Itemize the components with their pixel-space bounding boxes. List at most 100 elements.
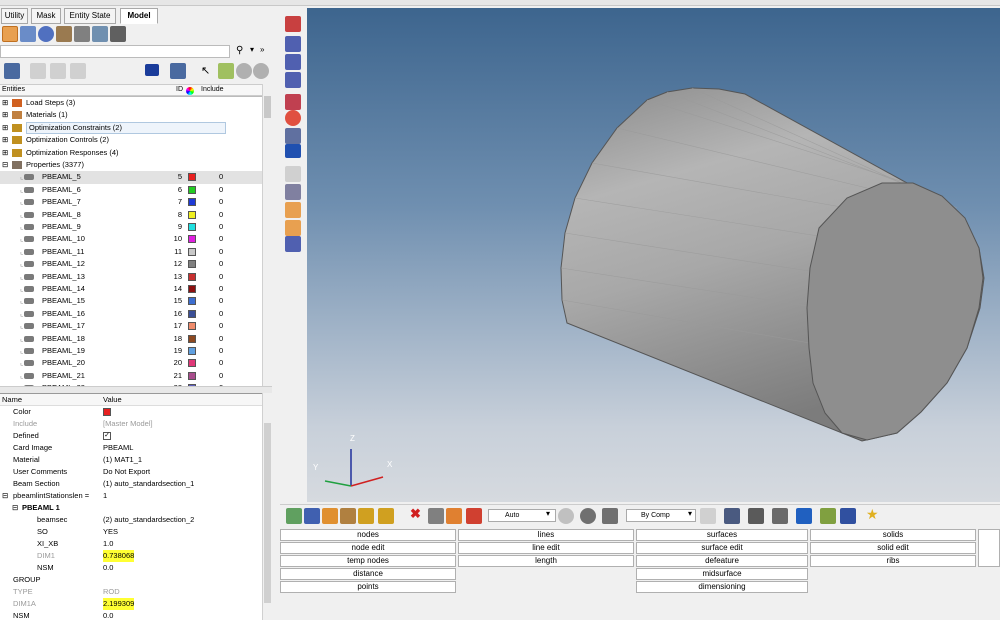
element-normals-icon[interactable] xyxy=(820,508,836,524)
find-attached-icon[interactable] xyxy=(378,508,394,524)
layer-view-icon[interactable] xyxy=(74,26,90,42)
prop-row[interactable]: ⊟ PBEAML 1 xyxy=(0,502,262,514)
prop-row[interactable]: NSM 0.0 xyxy=(0,610,262,620)
tree-item-pbeaml_13[interactable]: ⌞ PBEAML_13 13 0 xyxy=(0,271,262,283)
shaded-elements-icon[interactable] xyxy=(724,508,740,524)
panel-button-ribs[interactable]: ribs xyxy=(810,555,976,567)
prop-row[interactable]: DIM1 0.738068 xyxy=(0,550,262,562)
prop-value[interactable]: 1.0 xyxy=(103,538,113,550)
prop-value[interactable]: 0.0 xyxy=(103,562,113,574)
panel-button-nodes[interactable]: nodes xyxy=(280,529,456,541)
search-input[interactable] xyxy=(0,45,230,58)
color-swatch[interactable] xyxy=(188,272,196,281)
panel-button-midsurface[interactable]: midsurface xyxy=(636,568,808,580)
color-swatch[interactable] xyxy=(188,347,196,355)
tree-folder-properties[interactable]: ⊟ Properties (3377) xyxy=(0,159,262,171)
set-view-icon[interactable] xyxy=(92,26,108,42)
prop-row[interactable]: User Comments Do Not Export xyxy=(0,466,262,478)
panel-button-distance[interactable]: distance xyxy=(280,568,456,580)
tree-item-pbeaml_12[interactable]: ⌞ PBEAML_12 12 0 xyxy=(0,258,262,270)
prop-value[interactable]: 0.738068 xyxy=(103,550,135,562)
panel-button-points[interactable]: points xyxy=(280,581,456,593)
tree-folder-optimization-responses[interactable]: ⊞ Optimization Responses (4) xyxy=(0,147,262,159)
element-color-icon[interactable] xyxy=(446,508,462,524)
props-scrollbar[interactable] xyxy=(262,393,272,620)
tab-model[interactable]: Model xyxy=(120,8,158,24)
panel-button-surfaces[interactable]: surfaces xyxy=(636,529,808,541)
feature-lines-icon[interactable] xyxy=(748,508,764,524)
panel-button-surface-edit[interactable]: surface edit xyxy=(636,542,808,554)
tab-mask[interactable]: Mask xyxy=(31,8,61,24)
find-icon[interactable] xyxy=(358,508,374,524)
color-swatch[interactable] xyxy=(188,334,196,343)
tree-item-pbeaml_19[interactable]: ⌞ PBEAML_19 19 0 xyxy=(0,345,262,357)
tree-item-pbeaml_15[interactable]: ⌞ PBEAML_15 15 0 xyxy=(0,295,262,307)
tree-scrollbar[interactable] xyxy=(262,84,272,386)
prop-value[interactable]: (2) auto_standardsection_2 xyxy=(103,514,194,526)
tree-item-pbeaml_9[interactable]: ⌞ PBEAML_9 9 0 xyxy=(0,221,262,233)
fit-icon[interactable] xyxy=(285,72,301,88)
abc-active-icon[interactable] xyxy=(285,202,301,218)
tree-folder-optimization-controls[interactable]: ⊞ Optimization Controls (2) xyxy=(0,134,262,146)
prop-row[interactable]: ⊟ pbeamlintStationslen = 1 xyxy=(0,490,262,502)
tree-item-pbeaml_18[interactable]: ⌞ PBEAML_18 18 0 xyxy=(0,333,262,345)
props-scrollbar-thumb[interactable] xyxy=(264,423,271,603)
prop-row[interactable]: TYPE ROD xyxy=(0,586,262,598)
mask-icon[interactable] xyxy=(304,508,320,524)
prop-row[interactable]: beamsec (2) auto_standardsection_2 xyxy=(0,514,262,526)
panel-button-length[interactable]: length xyxy=(458,555,634,567)
panel-button-solid-edit[interactable]: solid edit xyxy=(810,542,976,554)
numbers-icon[interactable] xyxy=(285,144,301,158)
color-swatch[interactable] xyxy=(188,359,196,368)
measure-icon[interactable] xyxy=(285,128,301,144)
id-column-header[interactable]: ID xyxy=(176,86,183,93)
tab-entity-state[interactable]: Entity State xyxy=(64,8,116,24)
label-icon[interactable] xyxy=(285,166,301,182)
prop-value[interactable]: ROD xyxy=(103,586,120,598)
plane-icon[interactable] xyxy=(285,236,301,252)
prop-value[interactable]: 1 xyxy=(103,490,107,502)
collapse-all-icon[interactable] xyxy=(50,63,66,79)
prop-row[interactable]: Color xyxy=(0,406,262,418)
color-swatch[interactable] xyxy=(188,173,196,182)
prop-row[interactable]: DIM1A 2.199309 xyxy=(0,598,262,610)
material-view-icon[interactable] xyxy=(38,26,54,42)
isolate-icon[interactable] xyxy=(253,63,269,79)
select-cursor-icon[interactable]: ↖ xyxy=(201,64,210,77)
chevron-down-icon[interactable]: ▾ xyxy=(688,509,692,518)
defined-checkbox[interactable]: ✓ xyxy=(103,432,111,440)
show-hide-icon[interactable] xyxy=(236,63,252,79)
prop-row[interactable]: Card Image PBEAML xyxy=(0,442,262,454)
panel-button-lines[interactable]: lines xyxy=(458,529,634,541)
wireframe-icon[interactable] xyxy=(700,508,716,524)
chevron-down-icon[interactable]: ▾ xyxy=(546,509,550,518)
panel-button-temp-nodes[interactable]: temp nodes xyxy=(280,555,456,567)
prop-value[interactable]: Do Not Export xyxy=(103,466,150,478)
prop-value[interactable]: 0.0 xyxy=(103,610,113,620)
edges-icon[interactable] xyxy=(772,508,788,524)
color-swatch[interactable] xyxy=(188,210,196,219)
prop-value[interactable]: [Master Model] xyxy=(103,418,153,430)
tree-item-pbeaml_10[interactable]: ⌞ PBEAML_10 10 0 xyxy=(0,233,262,245)
tab-utility[interactable]: Utility xyxy=(1,8,28,24)
transparency-icon[interactable] xyxy=(580,508,596,524)
prop-value[interactable]: PBEAML xyxy=(103,442,133,454)
prop-value[interactable]: 2.199309 xyxy=(103,598,135,610)
favorite-star-icon[interactable]: ★ xyxy=(866,506,879,523)
prop-value[interactable]: (1) MAT1_1 xyxy=(103,454,142,466)
prop-row[interactable]: NSM 0.0 xyxy=(0,562,262,574)
tree-options-icon[interactable] xyxy=(70,63,86,79)
color-swatch[interactable] xyxy=(188,260,196,269)
plot-style-icon[interactable] xyxy=(558,508,574,524)
tree-item-pbeaml_11[interactable]: ⌞ PBEAML_11 11 0 xyxy=(0,246,262,258)
export-icon[interactable] xyxy=(218,63,234,79)
color-swatch[interactable] xyxy=(103,408,111,416)
color-swatch[interactable] xyxy=(188,297,196,306)
expand-all-icon[interactable] xyxy=(30,63,46,79)
component-view-icon[interactable] xyxy=(2,26,18,42)
prop-row[interactable]: XI_XB 1.0 xyxy=(0,538,262,550)
by-comp-dropdown[interactable]: By Comp xyxy=(626,509,696,522)
graphics-viewport[interactable]: Z X Y xyxy=(307,8,1000,502)
prop-value[interactable]: YES xyxy=(103,526,118,538)
delete-icon[interactable]: ✖ xyxy=(410,506,421,522)
